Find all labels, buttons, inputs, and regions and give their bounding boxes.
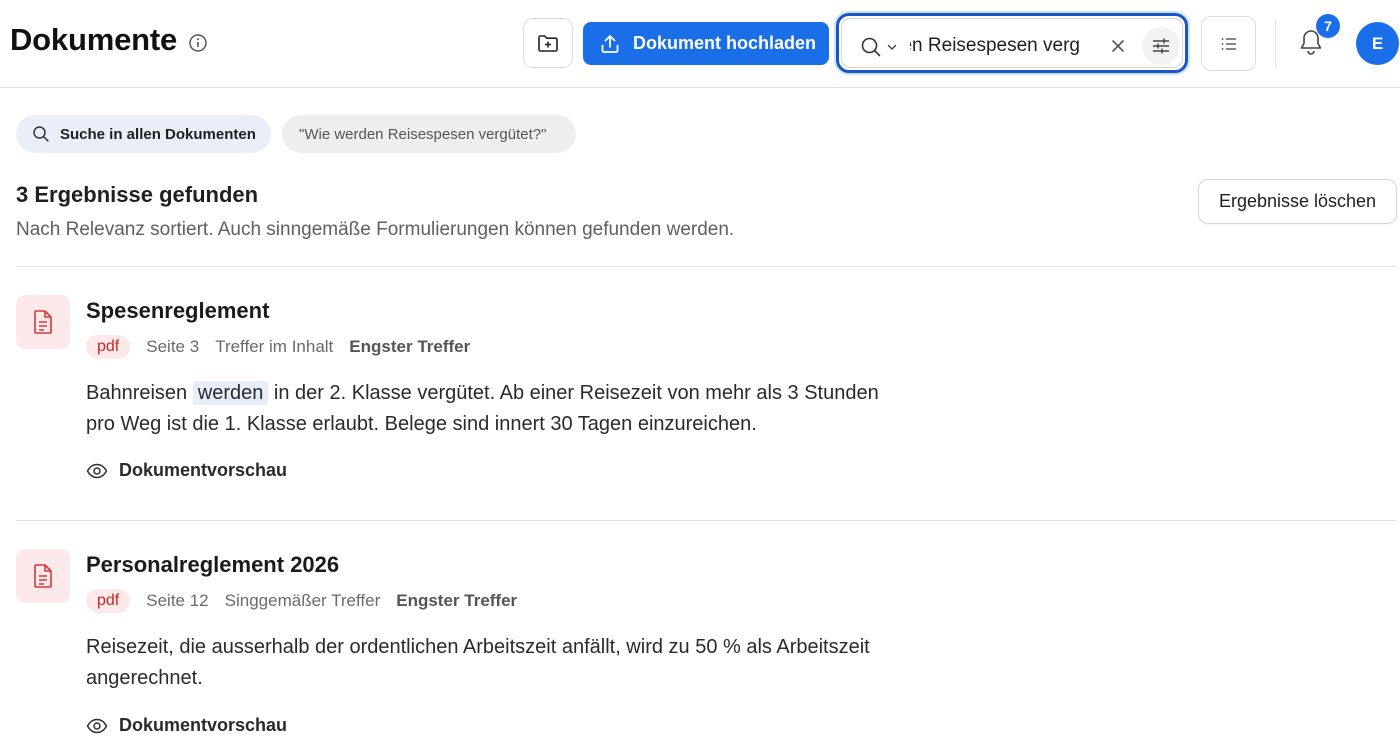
pdf-file-icon bbox=[34, 564, 52, 588]
results-count-heading: 3 Ergebnisse gefunden bbox=[16, 182, 259, 207]
chevron-down-icon bbox=[887, 44, 897, 50]
eye-icon bbox=[86, 463, 108, 478]
upload-button-label: Dokument hochladen bbox=[633, 33, 817, 53]
query-chip[interactable]: "Wie werden Reisespesen vergütet?" bbox=[282, 115, 576, 153]
document-preview-link[interactable]: Dokumentvorschau bbox=[86, 460, 287, 481]
result-meta: pdf Seite 12 Singgemäßer Treffer Engster… bbox=[86, 589, 533, 613]
search-scope-label: Suche in allen Dokumenten bbox=[60, 125, 256, 143]
page-number: Seite 3 bbox=[146, 337, 200, 356]
header-divider bbox=[1275, 19, 1276, 67]
avatar[interactable]: E bbox=[1356, 22, 1399, 65]
rank-label: Engster Treffer bbox=[396, 591, 518, 610]
info-icon[interactable] bbox=[188, 33, 208, 53]
search-icon bbox=[861, 37, 881, 57]
clear-search-icon[interactable] bbox=[1108, 36, 1128, 56]
upload-document-button[interactable]: Dokument hochladen bbox=[583, 22, 829, 65]
search-mode-dropdown[interactable] bbox=[860, 36, 898, 58]
page-title: Dokumente bbox=[10, 22, 178, 57]
search-icon bbox=[33, 126, 49, 142]
file-type-badge: pdf bbox=[86, 589, 131, 613]
search-input[interactable] bbox=[910, 34, 1080, 58]
preview-label: Dokumentvorschau bbox=[119, 460, 288, 480]
eye-icon bbox=[86, 718, 108, 733]
page-number: Seite 12 bbox=[146, 591, 209, 610]
document-preview-link[interactable]: Dokumentvorschau bbox=[86, 715, 287, 736]
result-title[interactable]: Spesenreglement bbox=[86, 298, 269, 324]
result-meta: pdf Seite 3 Treffer im Inhalt Engster Tr… bbox=[86, 335, 486, 359]
new-folder-button[interactable] bbox=[523, 18, 573, 68]
document-icon bbox=[16, 549, 70, 603]
preview-label: Dokumentvorschau bbox=[119, 715, 288, 735]
rank-label: Engster Treffer bbox=[349, 337, 471, 356]
notification-badge: 7 bbox=[1316, 14, 1340, 38]
top-bar: Dokumente Dokument hochladen Wie werden … bbox=[0, 0, 1400, 88]
snippet-text: Bahnreisen bbox=[86, 382, 193, 404]
result-snippet: Reisezeit, die ausserhalb der ordentlich… bbox=[86, 636, 870, 689]
pdf-file-icon bbox=[34, 310, 52, 334]
divider bbox=[16, 266, 1396, 267]
results-subtitle: Nach Relevanz sortiert. Auch sinngemäße … bbox=[16, 219, 735, 240]
list-icon bbox=[1221, 37, 1236, 50]
search-bar[interactable] bbox=[836, 13, 1188, 73]
document-icon bbox=[16, 295, 70, 349]
search-filter-button[interactable] bbox=[1142, 27, 1180, 65]
clear-results-button[interactable]: Ergebnisse löschen bbox=[1198, 179, 1397, 224]
result-title[interactable]: Personalreglement 2026 bbox=[86, 552, 339, 578]
list-view-button[interactable] bbox=[1201, 16, 1256, 71]
folder-plus-icon bbox=[538, 35, 558, 52]
match-type: Singgemäßer Treffer bbox=[224, 591, 381, 610]
result-snippet: Bahnreisen werden in der 2. Klasse vergü… bbox=[86, 378, 886, 440]
upload-icon bbox=[601, 34, 619, 53]
snippet-highlight: werden bbox=[192, 381, 269, 405]
divider bbox=[16, 520, 1396, 521]
file-type-badge: pdf bbox=[86, 335, 131, 359]
sliders-icon bbox=[1153, 38, 1169, 54]
match-type: Treffer im Inhalt bbox=[215, 337, 334, 356]
search-scope-chip[interactable]: Suche in allen Dokumenten bbox=[16, 115, 271, 153]
